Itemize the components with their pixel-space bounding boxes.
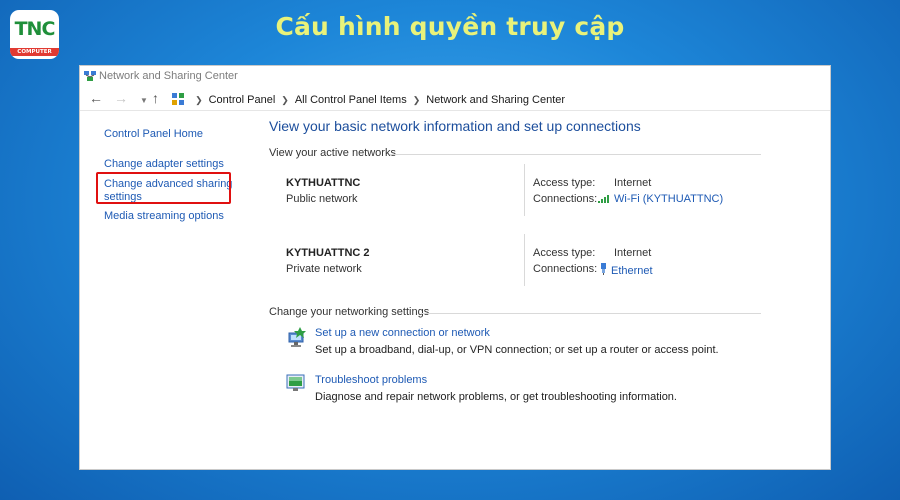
active-networks-divider: [390, 154, 761, 155]
access-type-value: Internet: [614, 247, 652, 259]
sidebar-item-control-panel-home[interactable]: Control Panel Home: [104, 128, 203, 140]
troubleshoot-description: Diagnose and repair network problems, or…: [315, 391, 677, 403]
breadcrumb-separator-icon: ❯: [412, 95, 421, 105]
window-titlebar: Network and Sharing Center: [80, 66, 830, 86]
wifi-connection-label[interactable]: Wi-Fi (KYTHUATTNC): [614, 193, 723, 205]
network-type: Private network: [286, 263, 362, 275]
active-networks-heading: View your active networks: [269, 147, 396, 159]
network-name: KYTHUATTNC: [286, 177, 361, 189]
ethernet-connection-link[interactable]: Ethernet: [599, 263, 653, 278]
networking-settings-divider: [421, 313, 761, 314]
breadcrumb-control-panel[interactable]: Control Panel: [209, 94, 276, 106]
logo-text: TNC: [14, 18, 56, 40]
recent-locations-chevron-icon[interactable]: ▼: [140, 94, 148, 108]
setup-connection-link[interactable]: Set up a new connection or network: [315, 327, 490, 339]
control-panel-icon: [172, 93, 184, 108]
breadcrumb: ❯ Control Panel ❯ All Control Panel Items ❯ N…: [172, 93, 565, 108]
networking-settings-heading: Change your networking settings: [269, 306, 430, 318]
breadcrumb-separator-icon: ❯: [195, 95, 203, 105]
breadcrumb-separator-icon: ❯: [281, 95, 289, 105]
breadcrumb-network-center[interactable]: Network and Sharing Center: [426, 94, 565, 106]
access-type-value: Internet: [614, 177, 652, 189]
forward-arrow-icon[interactable]: →: [114, 91, 128, 105]
connections-label: Connections:: [533, 263, 598, 275]
tnc-logo: TNC COMPUTER: [10, 10, 59, 59]
ethernet-connection-label[interactable]: Ethernet: [611, 265, 653, 277]
troubleshoot-link[interactable]: Troubleshoot problems: [315, 374, 427, 386]
ethernet-icon: [599, 263, 608, 278]
sidebar-item-change-adapter-settings[interactable]: Change adapter settings: [104, 158, 224, 170]
page-title: View your basic network information and …: [269, 118, 641, 134]
new-connection-icon[interactable]: [286, 327, 308, 352]
wifi-connection-link[interactable]: Wi-Fi (KYTHUATTNC): [598, 193, 723, 206]
page-banner-title: Cấu hình quyền truy cập: [275, 12, 625, 41]
control-panel-window: Network and Sharing Center ← → ▼ ↑ ❯ Cont…: [79, 65, 831, 470]
logo-subtext: COMPUTER: [10, 48, 59, 56]
setup-connection-description: Set up a broadband, dial-up, or VPN conn…: [315, 344, 719, 356]
network-separator: [524, 234, 525, 286]
wifi-icon: [598, 193, 611, 206]
address-bar: ← → ▼ ↑ ❯ Control Panel ❯ All Control Panel…: [80, 88, 830, 110]
access-type-label: Access type:: [533, 177, 596, 189]
highlight-box: [96, 172, 231, 204]
back-arrow-icon[interactable]: ←: [89, 91, 103, 105]
access-type-label: Access type:: [533, 247, 596, 259]
sidebar-item-media-streaming[interactable]: Media streaming options: [104, 210, 224, 222]
breadcrumb-all-items[interactable]: All Control Panel Items: [295, 94, 407, 106]
connections-label: Connections:: [533, 193, 598, 205]
troubleshoot-icon[interactable]: [286, 374, 306, 397]
up-arrow-icon[interactable]: ↑: [152, 91, 159, 105]
window-title: Network and Sharing Center: [99, 70, 238, 82]
network-name: KYTHUATTNC 2: [286, 247, 370, 259]
network-type: Public network: [286, 193, 358, 205]
network-center-icon: [84, 70, 96, 85]
address-divider: [80, 110, 830, 111]
network-separator: [524, 164, 525, 216]
